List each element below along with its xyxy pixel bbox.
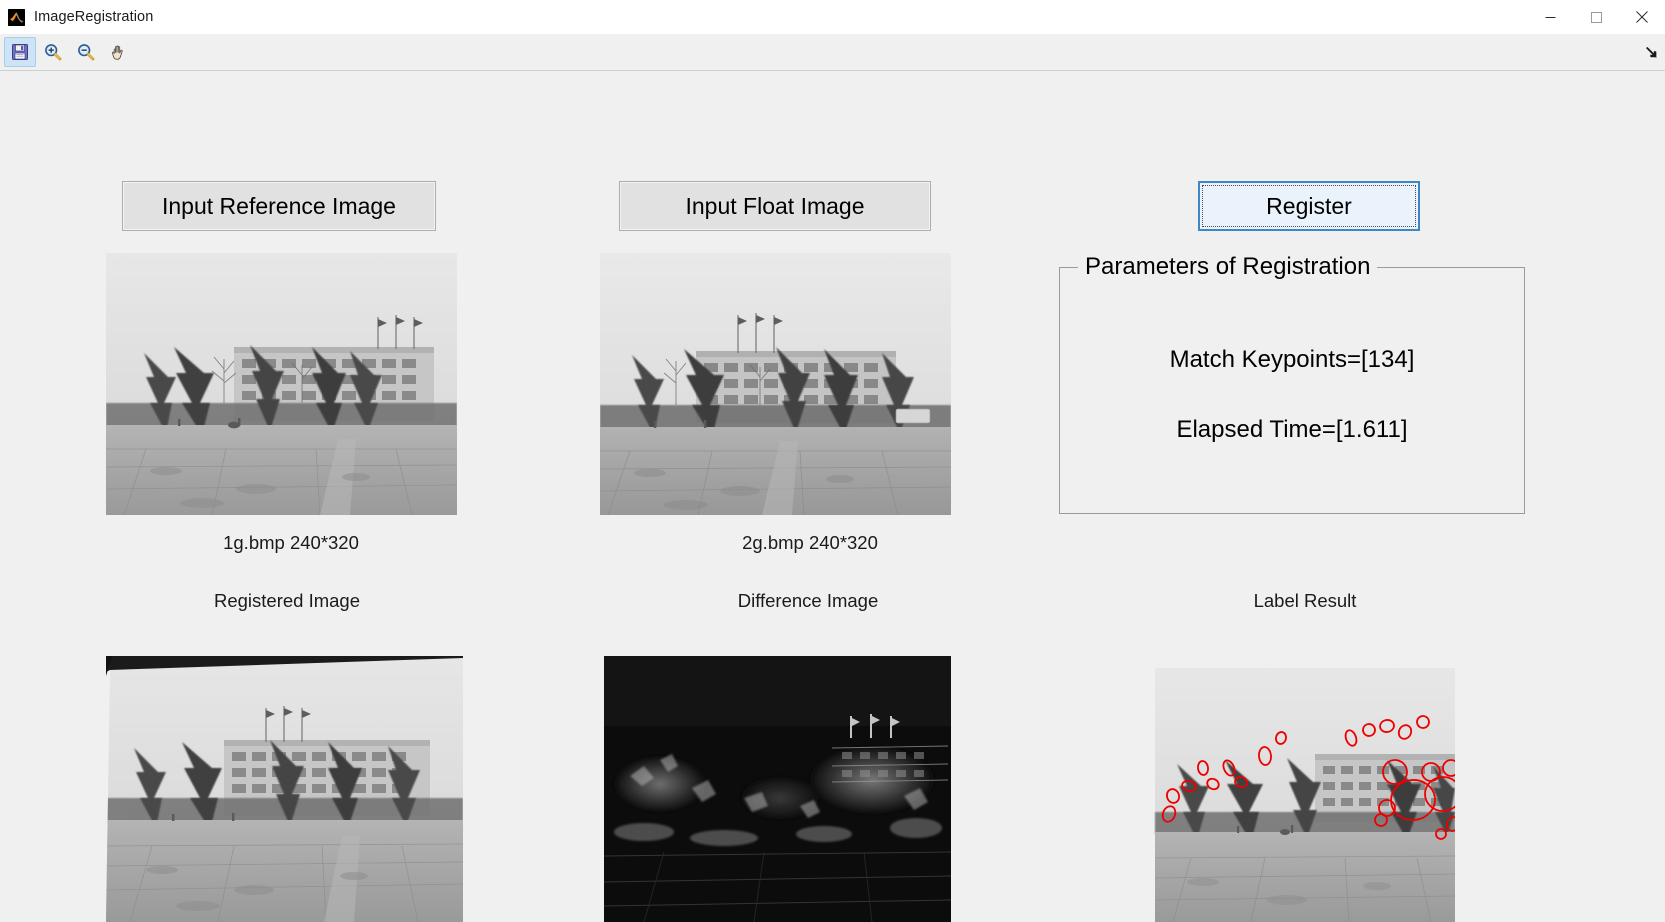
overflow-arrow-icon[interactable]	[1643, 44, 1659, 60]
window-title: ImageRegistration	[34, 9, 154, 25]
panel-title: Parameters of Registration	[1078, 252, 1378, 282]
input-float-image-button[interactable]: Input Float Image	[619, 181, 931, 231]
reference-file-caption: 1g.bmp 240*320	[223, 532, 359, 553]
title-bar: ImageRegistration	[0, 0, 1665, 34]
input-float-image-label: Input Float Image	[685, 192, 865, 219]
registered-image-label: Registered Image	[213, 590, 361, 611]
window-controls	[1527, 0, 1665, 34]
elapsed-time-value: Elapsed Time=[1.611]	[1176, 416, 1408, 443]
registered-image-axes	[106, 656, 463, 922]
label-result-label: Label Result	[1253, 590, 1357, 611]
parameters-of-registration-panel: Parameters of Registration Match Keypoin…	[1059, 252, 1525, 514]
label-result-axes	[1123, 656, 1455, 922]
match-keypoints-value: Match Keypoints=[134]	[1169, 346, 1415, 373]
figure-canvas: Input Reference Image Input Float Image …	[0, 71, 1665, 922]
minimize-button[interactable]	[1527, 0, 1573, 34]
save-figure-button[interactable]	[4, 37, 36, 67]
close-button[interactable]	[1619, 0, 1665, 34]
zoom-out-button[interactable]	[70, 37, 102, 67]
register-label: Register	[1266, 192, 1352, 219]
pan-hand-button[interactable]	[103, 37, 135, 67]
input-reference-image-label: Input Reference Image	[162, 192, 396, 219]
toolbar	[0, 34, 1665, 71]
reference-image-axes	[106, 253, 457, 515]
float-file-caption: 2g.bmp 240*320	[742, 532, 878, 553]
difference-image-label: Difference Image	[737, 590, 879, 611]
register-button[interactable]: Register	[1198, 181, 1420, 231]
input-reference-image-button[interactable]: Input Reference Image	[122, 181, 436, 231]
difference-image-axes	[604, 656, 951, 922]
matlab-icon	[8, 8, 25, 26]
zoom-in-button[interactable]	[37, 37, 69, 67]
float-image-axes	[600, 253, 951, 515]
maximize-button[interactable]	[1573, 0, 1619, 34]
